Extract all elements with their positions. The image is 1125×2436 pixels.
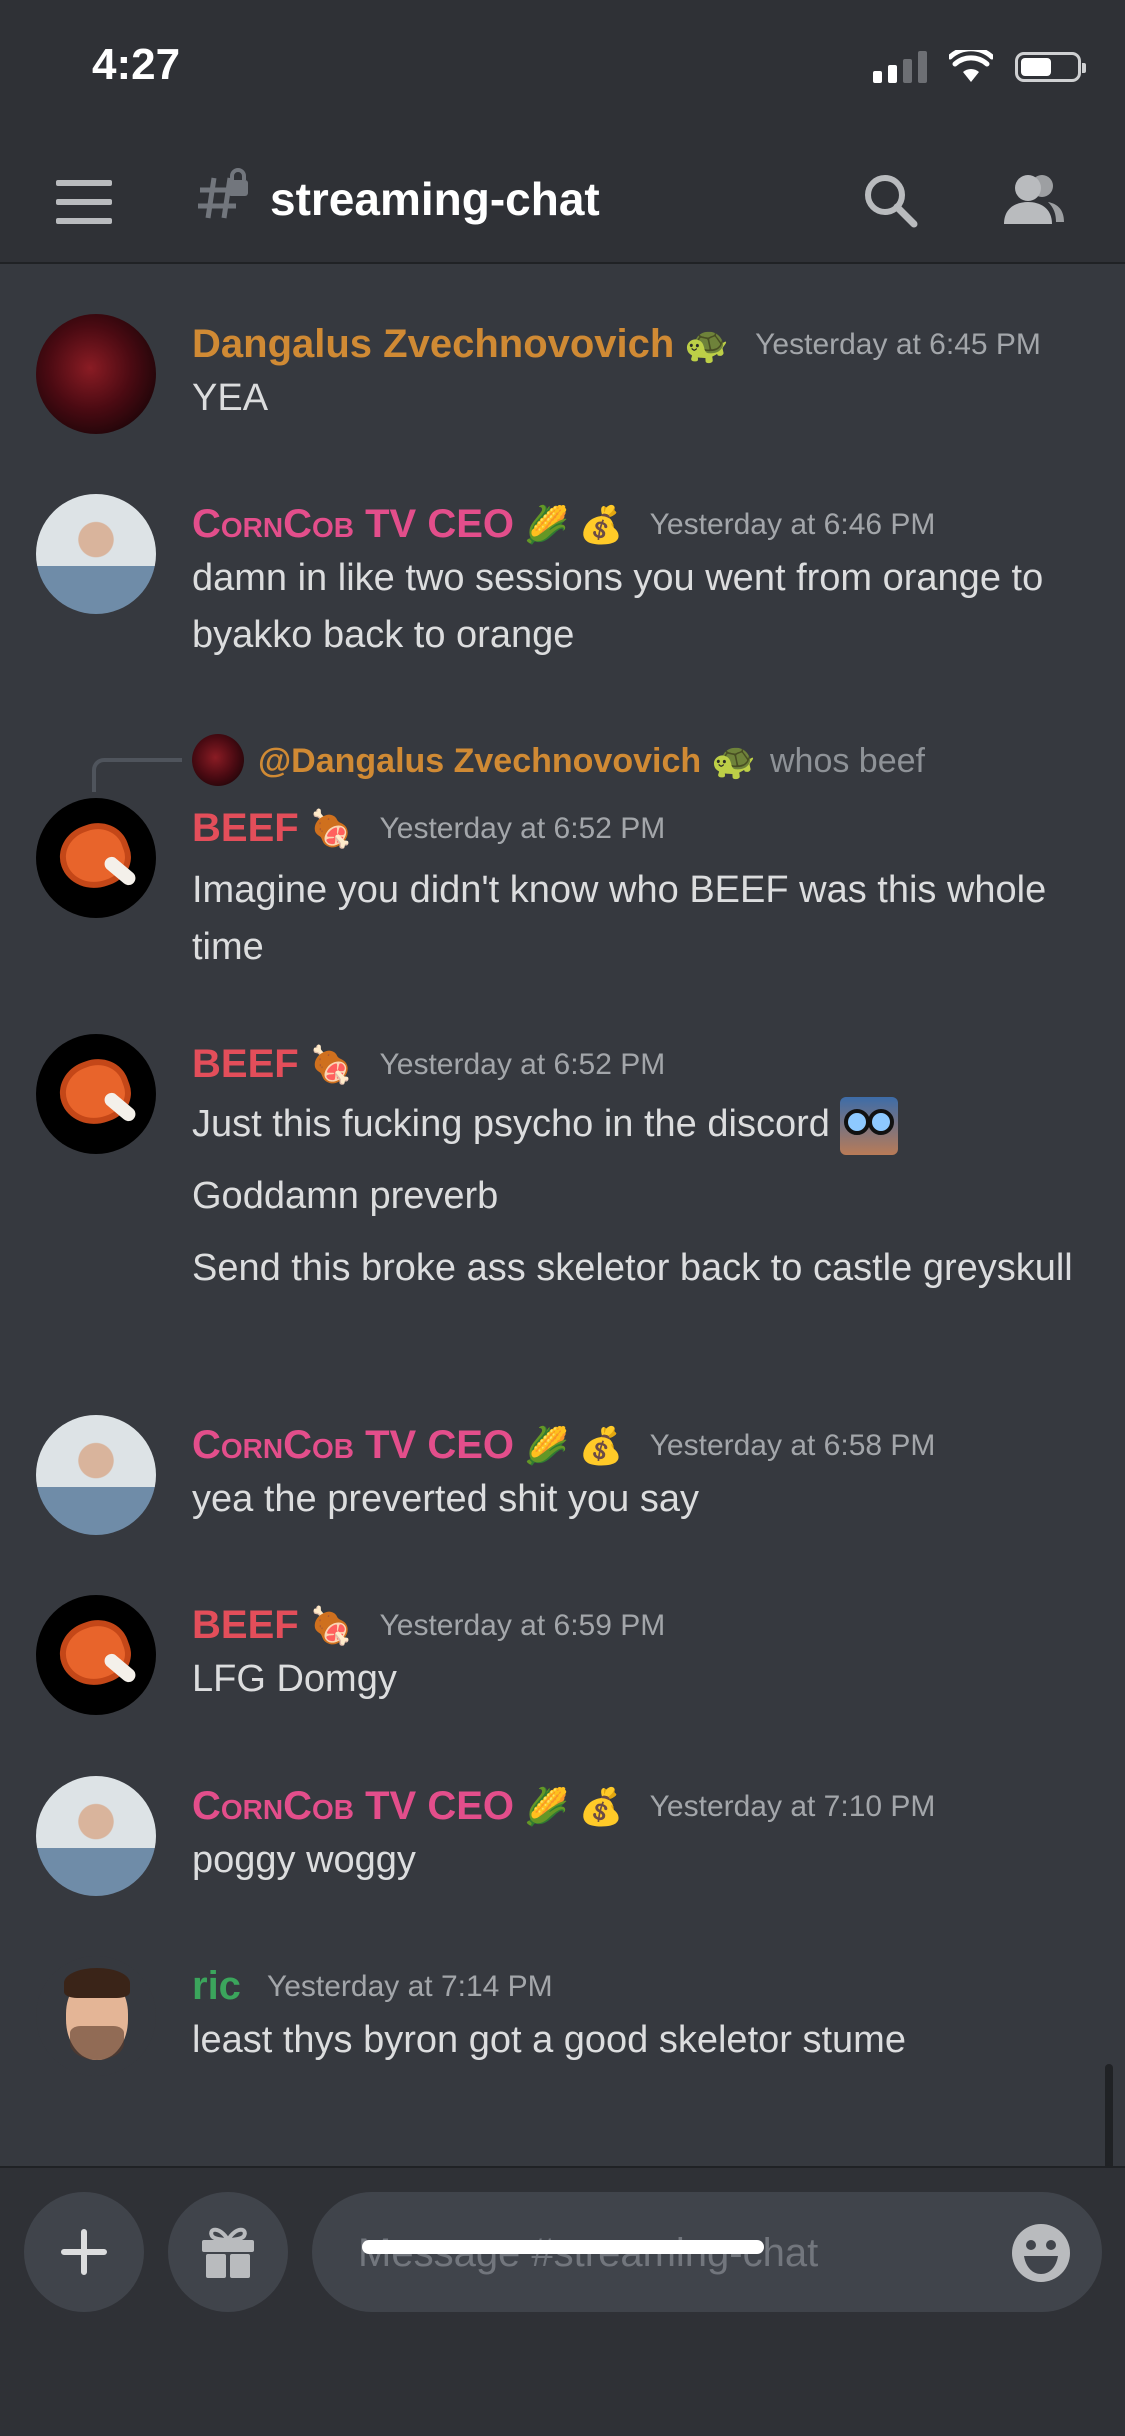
plus-icon (61, 2229, 107, 2275)
reply-avatar (192, 734, 244, 786)
wifi-icon (949, 50, 993, 82)
message-header: BEEF 🍖 Yesterday at 6:52 PM (192, 806, 665, 851)
meat-icon: 🍖 (308, 1604, 354, 1646)
menu-icon[interactable] (56, 180, 112, 224)
message-text: poggy woggy (192, 1839, 416, 1881)
avatar[interactable] (36, 1776, 156, 1896)
status-time: 4:27 (92, 40, 181, 89)
meat-icon: 🍖 (308, 1043, 354, 1085)
timestamp: Yesterday at 6:58 PM (649, 1428, 936, 1462)
reply-mention[interactable]: @Dangalus Zvechnovovich (258, 742, 701, 781)
message-line: Just this fucking psycho in the discord (192, 1103, 830, 1145)
cellular-signal-icon (873, 51, 927, 83)
message-header: BEEF 🍖 Yesterday at 6:59 PM (192, 1603, 665, 1648)
timestamp: Yesterday at 7:14 PM (266, 1969, 553, 2003)
message-header: BEEF 🍖 Yesterday at 6:52 PM (192, 1042, 665, 1087)
timestamp: Yesterday at 6:52 PM (379, 1047, 666, 1081)
scrollbar[interactable] (1105, 2064, 1113, 2166)
money-bag-icon: 💰 (578, 1785, 624, 1827)
message-text: Imagine you didn't know who BEEF was thi… (192, 869, 1047, 968)
message-header: Dangalus Zvechnovovich 🐢 Yesterday at 6:… (192, 322, 1041, 367)
message-text: yea the preverted shit you say (192, 1478, 699, 1520)
turtle-icon: 🐢 (711, 740, 756, 781)
search-icon[interactable] (862, 172, 918, 228)
message-text: Goddamn preverb (192, 1175, 499, 1217)
emoji-icon[interactable] (1010, 2222, 1072, 2284)
avatar[interactable] (36, 1034, 156, 1154)
avatar[interactable] (36, 1595, 156, 1715)
corn-icon: 🌽 (524, 1785, 569, 1827)
username[interactable]: BEEF (192, 806, 299, 851)
timestamp: Yesterday at 6:59 PM (379, 1608, 666, 1642)
message-text: least thys byron got a good skeletor stu… (192, 2019, 906, 2061)
username[interactable]: CornCob TV CEO (192, 502, 514, 547)
battery-icon (1015, 52, 1086, 82)
channel-lock-icon (198, 168, 248, 219)
avatar[interactable] (36, 314, 156, 434)
message-text: damn in like two sessions you went from … (192, 557, 1044, 656)
custom-emote-icon (840, 1096, 899, 1155)
message-text: LFG Domgy (192, 1658, 397, 1700)
gift-button[interactable] (168, 2192, 288, 2312)
reply-connector (92, 758, 182, 792)
reply-reference[interactable]: @Dangalus Zvechnovovich 🐢 whos beef (258, 740, 925, 782)
timestamp: Yesterday at 6:45 PM (755, 327, 1041, 361)
message-list[interactable]: Dangalus Zvechnovovich 🐢 Yesterday at 6:… (0, 264, 1125, 2166)
message-text: Just this fucking psycho in the discord (192, 1096, 1092, 1155)
timestamp: Yesterday at 6:46 PM (649, 507, 936, 541)
avatar[interactable] (36, 798, 156, 918)
message-header: CornCob TV CEO 🌽 💰 Yesterday at 6:46 PM (192, 502, 935, 547)
timestamp: Yesterday at 6:52 PM (379, 811, 666, 845)
username[interactable]: BEEF (192, 1603, 299, 1648)
reply-preview: whos beef (769, 741, 925, 780)
money-bag-icon: 💰 (578, 1424, 624, 1466)
avatar[interactable] (36, 494, 156, 614)
timestamp: Yesterday at 7:10 PM (649, 1789, 936, 1823)
corn-icon: 🌽 (524, 1424, 569, 1466)
home-indicator[interactable] (362, 2240, 764, 2254)
corn-icon: 🌽 (524, 503, 569, 545)
message-composer (0, 2166, 1125, 2436)
turtle-icon: 🐢 (684, 323, 730, 365)
message-text: Send this broke ass skeletor back to cas… (192, 1247, 1073, 1289)
money-bag-icon: 💰 (578, 503, 624, 545)
username[interactable]: BEEF (192, 1042, 299, 1087)
username[interactable]: Dangalus Zvechnovovich (192, 322, 674, 367)
status-bar: 4:27 (0, 0, 1125, 140)
meat-icon: 🍖 (308, 807, 354, 849)
username[interactable]: CornCob TV CEO (192, 1423, 514, 1468)
message-header: ric Yesterday at 7:14 PM (192, 1964, 553, 2009)
username[interactable]: CornCob TV CEO (192, 1784, 514, 1829)
message-text: YEA (192, 377, 269, 419)
gift-icon (202, 2227, 254, 2278)
channel-header: streaming-chat (0, 140, 1125, 264)
members-icon[interactable] (1002, 170, 1066, 226)
message-header: CornCob TV CEO 🌽 💰 Yesterday at 6:58 PM (192, 1423, 935, 1468)
status-icons (873, 50, 1086, 84)
username[interactable]: ric (192, 1964, 241, 2009)
add-attachment-button[interactable] (24, 2192, 144, 2312)
avatar[interactable] (36, 1415, 156, 1535)
avatar[interactable] (36, 1956, 156, 2076)
message-header: CornCob TV CEO 🌽 💰 Yesterday at 7:10 PM (192, 1784, 935, 1829)
channel-title: streaming-chat (270, 173, 600, 225)
